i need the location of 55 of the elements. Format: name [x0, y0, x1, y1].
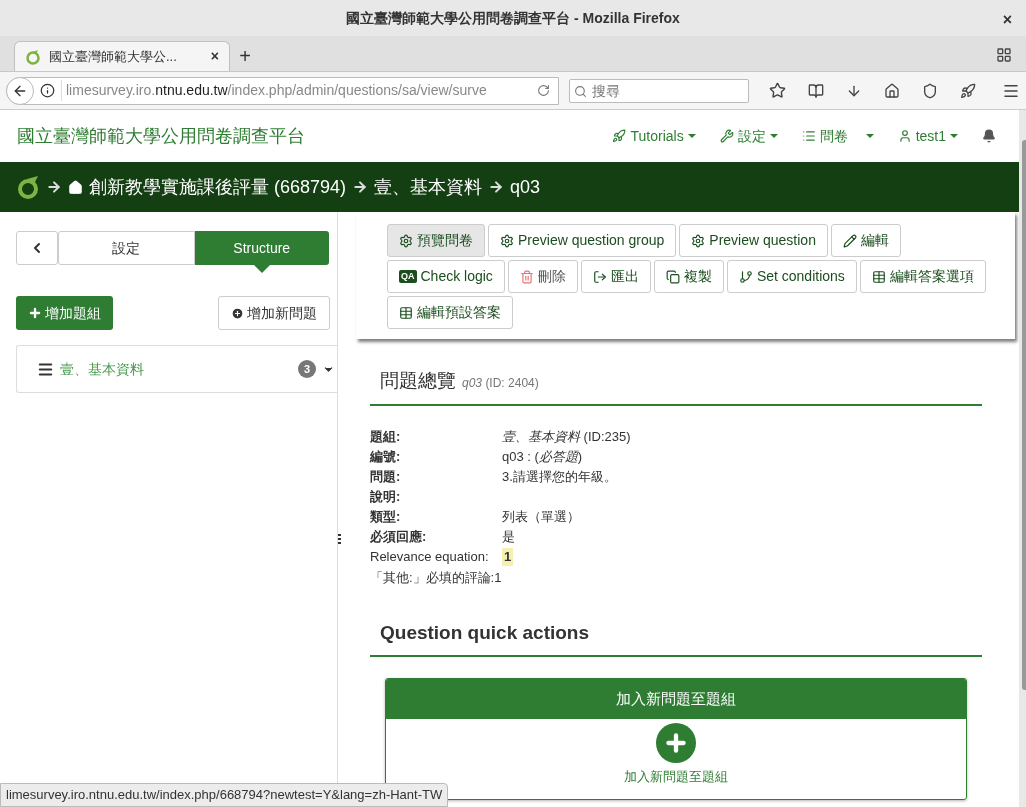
url-text: limesurvey.iro.ntnu.edu.tw/index.php/admin/questions/sa/view/surve: [61, 80, 501, 101]
new-tab-button[interactable]: +: [230, 41, 260, 71]
question-id: q03 (ID: 2404): [462, 375, 539, 392]
quick-actions-title: Question quick actions: [380, 621, 590, 643]
status-url: limesurvey.iro.ntnu.edu.tw/index.php/668794?newtest=Y&lang=zh-Hant-TW: [0, 783, 449, 807]
toolbar-button[interactable]: Preview question: [679, 224, 828, 257]
search-field[interactable]: 搜尋: [569, 78, 749, 103]
nav-menu-item[interactable]: test1: [897, 125, 958, 147]
breadcrumb-link[interactable]: 壹、基本資料: [374, 173, 483, 201]
toolbar-button[interactable]: QA Check logic: [387, 260, 505, 293]
url-field[interactable]: limesurvey.iro.ntnu.edu.tw/index.php/admin/questions/sa/view/surve: [6, 76, 559, 105]
field-value: 列表（單選）: [502, 507, 580, 526]
toolbar-button[interactable]: Preview question group: [488, 224, 677, 257]
close-button[interactable]: ×: [1002, 8, 1012, 32]
tab-close-button[interactable]: ×: [210, 46, 219, 67]
nav-menu-item[interactable]: 設定: [719, 125, 778, 147]
qa-icon: QA: [399, 270, 417, 283]
overview-title: 問題總覽: [380, 369, 456, 393]
field-value: 3.請選擇您的年級。: [502, 467, 617, 486]
comment-setting: 「其他:」必填的評論:1: [370, 568, 503, 587]
browser-tab[interactable]: 國立臺灣師範大學公... ×: [14, 41, 230, 71]
card-header: 加入新問題至題組: [386, 679, 966, 719]
toolbar-button[interactable]: 匯出: [580, 260, 651, 293]
breadcrumb-link[interactable]: q03: [510, 173, 541, 201]
add-group-button[interactable]: 增加題組: [16, 296, 113, 330]
field-value: 是: [502, 527, 515, 546]
site-brand[interactable]: 國立臺灣師範大學公用問卷調查平台: [17, 122, 305, 150]
field-value: 壹、基本資料 (ID:235): [502, 427, 631, 446]
toolbar-button[interactable]: 編輯答案選項: [859, 260, 986, 293]
window-title: 國立臺灣師範大學公用問卷調查平台 - Mozilla Firefox: [346, 8, 680, 28]
nav-menu-item[interactable]: Tutorials: [612, 125, 696, 147]
group-label: 壹、基本資料: [60, 359, 145, 379]
nav-menu-item[interactable]: 問卷: [801, 125, 874, 147]
toolbar-button[interactable]: 編輯預設答案: [387, 296, 513, 329]
field-value: q03 : (必答題): [502, 447, 583, 466]
add-question-button[interactable]: 增加新問題: [218, 296, 330, 330]
count-badge: 3: [297, 360, 316, 378]
field-label: 題組:: [370, 427, 402, 446]
field-label: 問題:: [370, 467, 402, 486]
sidebar-tab[interactable]: 設定: [58, 231, 195, 265]
field-label: 編號:: [370, 447, 402, 466]
field-label: 類型:: [370, 507, 402, 526]
toolbar-button[interactable]: 複製: [653, 260, 724, 293]
toolbar-button[interactable]: 預覽問卷: [387, 224, 485, 257]
toolbar-button[interactable]: 刪除: [507, 260, 578, 293]
add-question-link[interactable]: 加入新問題至題組: [624, 767, 728, 787]
field-label: 必須回應:: [370, 527, 428, 546]
equation-value: 1: [502, 547, 514, 566]
field-label: 說明:: [370, 487, 402, 506]
toolbar-button[interactable]: Set conditions: [726, 260, 857, 293]
toolbar-button[interactable]: 編輯: [830, 224, 901, 257]
tab-title: 國立臺灣師範大學公...: [49, 47, 178, 66]
breadcrumb-link[interactable]: 創新教學實施課後評量 (668794): [89, 173, 347, 201]
field-label: Relevance equation:: [370, 547, 490, 566]
question-group-item[interactable]: 壹、基本資料 3: [16, 345, 337, 393]
